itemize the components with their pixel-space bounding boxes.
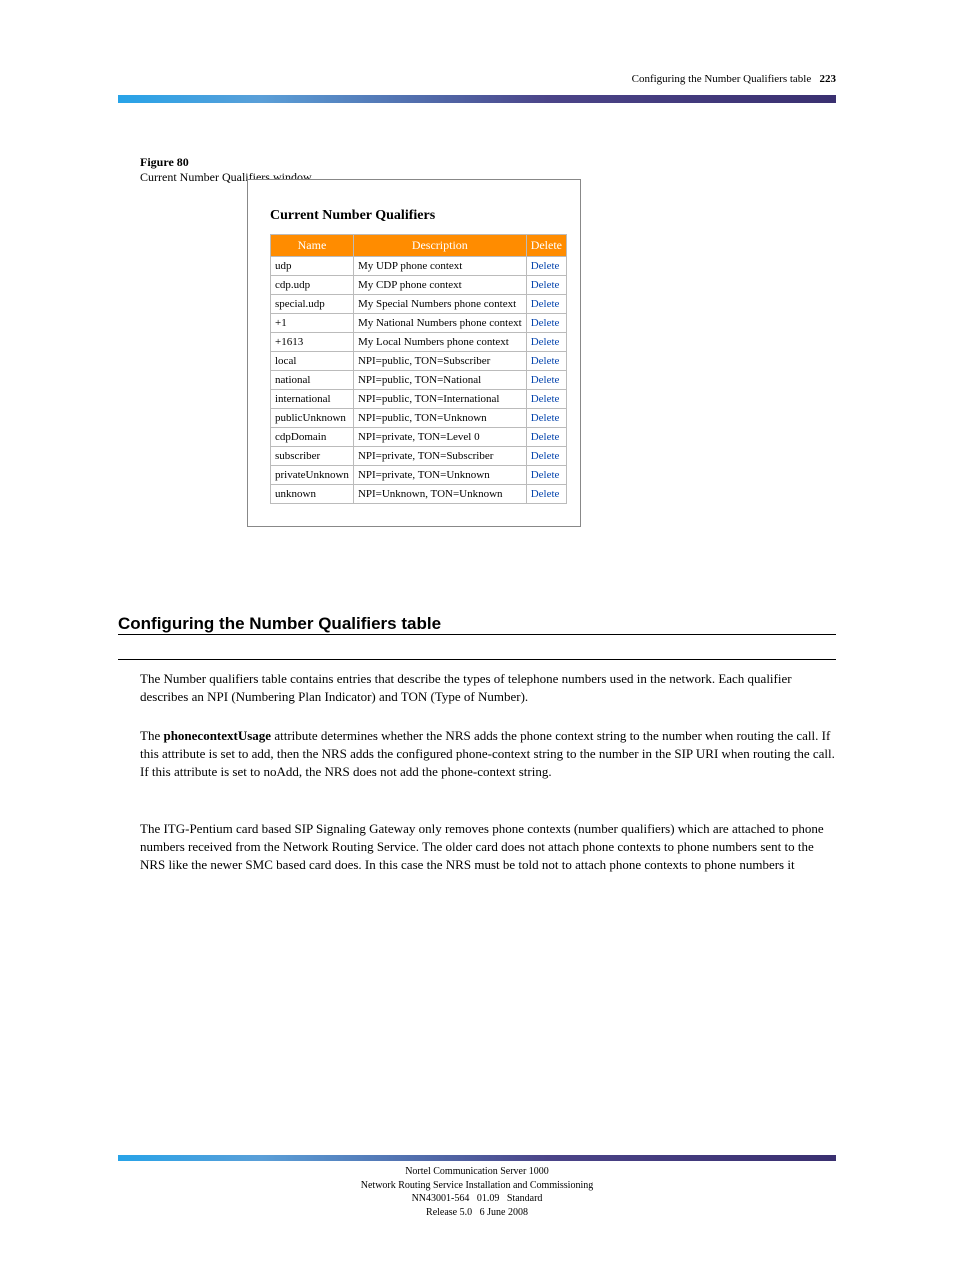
footer-line4: Release 5.0 6 June 2008 xyxy=(118,1206,836,1220)
table-row: special.udpMy Special Numbers phone cont… xyxy=(271,295,567,314)
section-heading: Configuring the Number Qualifiers table xyxy=(118,614,441,634)
cell-desc: NPI=public, TON=Unknown xyxy=(353,409,526,428)
delete-link[interactable]: Delete xyxy=(526,352,566,371)
panel-title: Current Number Qualifiers xyxy=(270,208,558,224)
cell-desc: NPI=public, TON=National xyxy=(353,371,526,390)
cell-desc: NPI=public, TON=Subscriber xyxy=(353,352,526,371)
footer-line3: NN43001-564 01.09 Standard xyxy=(118,1192,836,1206)
cell-desc: NPI=private, TON=Unknown xyxy=(353,466,526,485)
delete-link[interactable]: Delete xyxy=(526,295,566,314)
cell-desc: My National Numbers phone context xyxy=(353,314,526,333)
delete-link[interactable]: Delete xyxy=(526,314,566,333)
cell-name: cdp.udp xyxy=(271,276,354,295)
table-row: +1613My Local Numbers phone contextDelet… xyxy=(271,333,567,352)
section-rule-top xyxy=(118,634,836,635)
table-row: udpMy UDP phone contextDelete xyxy=(271,257,567,276)
cell-desc: My Local Numbers phone context xyxy=(353,333,526,352)
page-number: 223 xyxy=(820,73,837,85)
table-row: unknownNPI=Unknown, TON=UnknownDelete xyxy=(271,485,567,504)
delete-link[interactable]: Delete xyxy=(526,409,566,428)
table-row: cdp.udpMy CDP phone contextDelete xyxy=(271,276,567,295)
delete-link[interactable]: Delete xyxy=(526,257,566,276)
cell-name: local xyxy=(271,352,354,371)
delete-link[interactable]: Delete xyxy=(526,333,566,352)
cell-name: national xyxy=(271,371,354,390)
table-row: subscriberNPI=private, TON=SubscriberDel… xyxy=(271,447,567,466)
table-row: nationalNPI=public, TON=NationalDelete xyxy=(271,371,567,390)
delete-link[interactable]: Delete xyxy=(526,466,566,485)
figure-panel: Current Number Qualifiers Name Descripti… xyxy=(247,179,581,527)
body-paragraph-1: The Number qualifiers table contains ent… xyxy=(140,670,836,706)
p2-bold: phonecontextUsage xyxy=(163,728,271,743)
cell-desc: NPI=private, TON=Level 0 xyxy=(353,428,526,447)
cell-name: special.udp xyxy=(271,295,354,314)
cell-name: cdpDomain xyxy=(271,428,354,447)
number-qualifiers-table: Name Description Delete udpMy UDP phone … xyxy=(270,234,567,504)
delete-link[interactable]: Delete xyxy=(526,390,566,409)
footer-line2: Network Routing Service Installation and… xyxy=(118,1179,836,1193)
table-row: +1My National Numbers phone contextDelet… xyxy=(271,314,567,333)
body-paragraph-2: The phonecontextUsage attribute determin… xyxy=(140,727,836,782)
cell-desc: NPI=Unknown, TON=Unknown xyxy=(353,485,526,504)
section-rule-bottom xyxy=(118,659,836,660)
col-delete: Delete xyxy=(526,235,566,257)
table-row: internationalNPI=public, TON=Internation… xyxy=(271,390,567,409)
cell-name: unknown xyxy=(271,485,354,504)
cell-desc: My CDP phone context xyxy=(353,276,526,295)
delete-link[interactable]: Delete xyxy=(526,447,566,466)
cell-desc: My UDP phone context xyxy=(353,257,526,276)
delete-link[interactable]: Delete xyxy=(526,428,566,447)
delete-link[interactable]: Delete xyxy=(526,276,566,295)
col-description: Description xyxy=(353,235,526,257)
cell-name: subscriber xyxy=(271,447,354,466)
footer-rule xyxy=(118,1155,836,1161)
cell-name: +1613 xyxy=(271,333,354,352)
figure-number: Figure 80 xyxy=(140,155,189,169)
col-name: Name xyxy=(271,235,354,257)
delete-link[interactable]: Delete xyxy=(526,371,566,390)
cell-name: privateUnknown xyxy=(271,466,354,485)
table-row: cdpDomainNPI=private, TON=Level 0Delete xyxy=(271,428,567,447)
table-row: localNPI=public, TON=SubscriberDelete xyxy=(271,352,567,371)
cell-name: +1 xyxy=(271,314,354,333)
page-footer: Nortel Communication Server 1000 Network… xyxy=(118,1165,836,1219)
header-rule xyxy=(118,95,836,103)
table-row: publicUnknownNPI=public, TON=UnknownDele… xyxy=(271,409,567,428)
cell-desc: My Special Numbers phone context xyxy=(353,295,526,314)
cell-name: publicUnknown xyxy=(271,409,354,428)
cell-name: udp xyxy=(271,257,354,276)
p2-pre: The xyxy=(140,728,163,743)
body-paragraph-3: The ITG-Pentium card based SIP Signaling… xyxy=(140,820,836,875)
cell-desc: NPI=public, TON=International xyxy=(353,390,526,409)
delete-link[interactable]: Delete xyxy=(526,485,566,504)
cell-name: international xyxy=(271,390,354,409)
footer-line1: Nortel Communication Server 1000 xyxy=(118,1165,836,1179)
running-header: Configuring the Number Qualifiers table … xyxy=(632,73,836,85)
cell-desc: NPI=private, TON=Subscriber xyxy=(353,447,526,466)
running-title: Configuring the Number Qualifiers table xyxy=(632,73,812,85)
table-row: privateUnknownNPI=private, TON=UnknownDe… xyxy=(271,466,567,485)
